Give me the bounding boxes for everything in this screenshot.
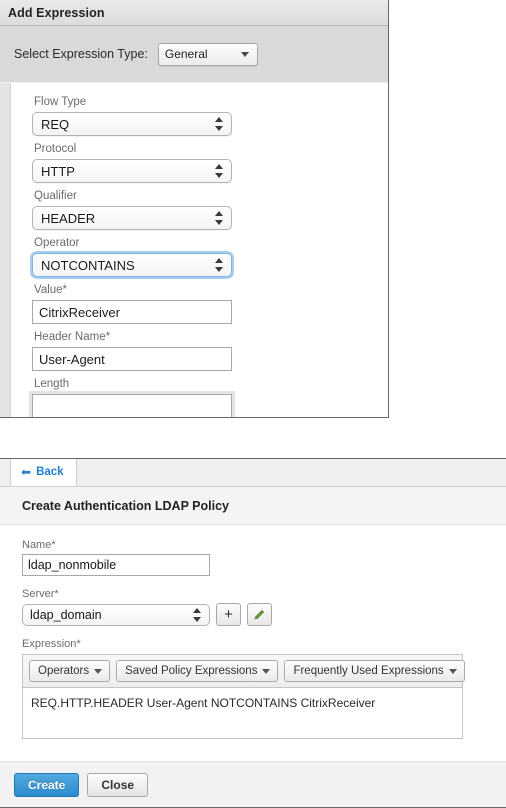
flow-type-value: REQ [41, 116, 70, 132]
expression-type-label: Select Expression Type: [14, 47, 148, 61]
flow-type-label: Flow Type [34, 96, 87, 108]
pencil-icon [254, 609, 265, 620]
close-button[interactable]: Close [87, 772, 149, 797]
panel-left-gutter [0, 83, 11, 417]
back-tab[interactable]: ⬅ Back [10, 459, 77, 486]
expression-fields: Flow Type REQ Protocol HTTP Qualifier HE… [11, 83, 388, 417]
page-title: Create Authentication LDAP Policy [22, 498, 229, 513]
value-input[interactable]: CitrixReceiver [32, 300, 232, 324]
back-tab-label: Back [36, 465, 64, 478]
edit-server-button[interactable] [247, 603, 272, 626]
chevron-down-icon [448, 669, 457, 674]
chevron-down-icon [262, 669, 271, 674]
expression-type-value: General [164, 47, 208, 61]
name-label: Name* [22, 539, 56, 551]
expression-textarea[interactable]: REQ.HTTP.HEADER User-Agent NOTCONTAINS C… [22, 687, 463, 739]
protocol-label: Protocol [34, 143, 77, 155]
frequently-used-expressions-label: Frequently Used Expressions [293, 665, 444, 677]
stepper-arrows-icon [215, 117, 223, 131]
value-input-text: CitrixReceiver [39, 304, 120, 320]
header-name-input[interactable]: User-Agent [32, 347, 232, 371]
operators-dropdown-label: Operators [38, 665, 90, 677]
operator-value: NOTCONTAINS [41, 257, 135, 273]
expression-label: Expression* [22, 638, 81, 650]
protocol-value: HTTP [41, 163, 75, 179]
value-label: Value* [34, 284, 68, 296]
length-input[interactable] [32, 394, 232, 417]
stepper-arrows-icon [215, 164, 223, 178]
protocol-select[interactable]: HTTP [32, 159, 232, 183]
add-expression-header: Add Expression [0, 0, 388, 26]
expression-type-bar: Select Expression Type: General [0, 26, 388, 83]
add-expression-title: Add Expression [8, 5, 105, 20]
tab-strip: ⬅ Back [0, 459, 506, 487]
plus-icon: + [224, 606, 233, 623]
create-button[interactable]: Create [14, 772, 80, 797]
ldap-form: Name* ldap_nonmobile Server* ldap_domain… [0, 525, 506, 765]
create-ldap-policy-panel: ⬅ Back Create Authentication LDAP Policy… [0, 458, 506, 808]
operator-label: Operator [34, 237, 80, 249]
add-server-button[interactable]: + [216, 603, 241, 626]
name-input-text: ldap_nonmobile [28, 558, 117, 572]
add-expression-body: Flow Type REQ Protocol HTTP Qualifier HE… [0, 83, 388, 417]
qualifier-value: HEADER [41, 210, 96, 226]
saved-policy-expressions-dropdown[interactable]: Saved Policy Expressions [116, 660, 279, 682]
server-select[interactable]: ldap_domain [22, 603, 210, 626]
qualifier-select[interactable]: HEADER [32, 206, 232, 230]
expression-text: REQ.HTTP.HEADER User-Agent NOTCONTAINS C… [31, 696, 376, 710]
name-input[interactable]: ldap_nonmobile [22, 554, 210, 576]
stepper-arrows-icon [215, 258, 223, 272]
chevron-down-icon [94, 669, 103, 674]
server-row: ldap_domain + [22, 603, 506, 626]
ldap-footer: Create Close [0, 761, 506, 807]
saved-policy-expressions-label: Saved Policy Expressions [125, 665, 258, 677]
flow-type-select[interactable]: REQ [32, 112, 232, 136]
qualifier-label: Qualifier [34, 190, 77, 202]
chevron-down-icon [240, 52, 249, 57]
close-button-label: Close [101, 777, 135, 792]
length-label: Length [34, 378, 70, 390]
server-label: Server* [22, 588, 59, 600]
header-name-input-text: User-Agent [39, 351, 105, 367]
arrow-left-icon: ⬅ [21, 464, 32, 479]
stepper-arrows-icon [215, 211, 223, 225]
add-expression-panel: Add Expression Select Expression Type: G… [0, 0, 389, 418]
server-value: ldap_domain [30, 607, 102, 622]
ldap-title-bar: Create Authentication LDAP Policy [0, 487, 506, 525]
expression-type-select[interactable]: General [157, 42, 258, 66]
expression-toolbar: Operators Saved Policy Expressions Frequ… [22, 654, 465, 687]
create-button-label: Create [28, 777, 66, 792]
stepper-arrows-icon [193, 607, 201, 622]
header-name-label: Header Name* [34, 331, 111, 343]
frequently-used-expressions-dropdown[interactable]: Frequently Used Expressions [284, 660, 465, 682]
operators-dropdown[interactable]: Operators [29, 660, 111, 682]
operator-select[interactable]: NOTCONTAINS [32, 253, 232, 277]
